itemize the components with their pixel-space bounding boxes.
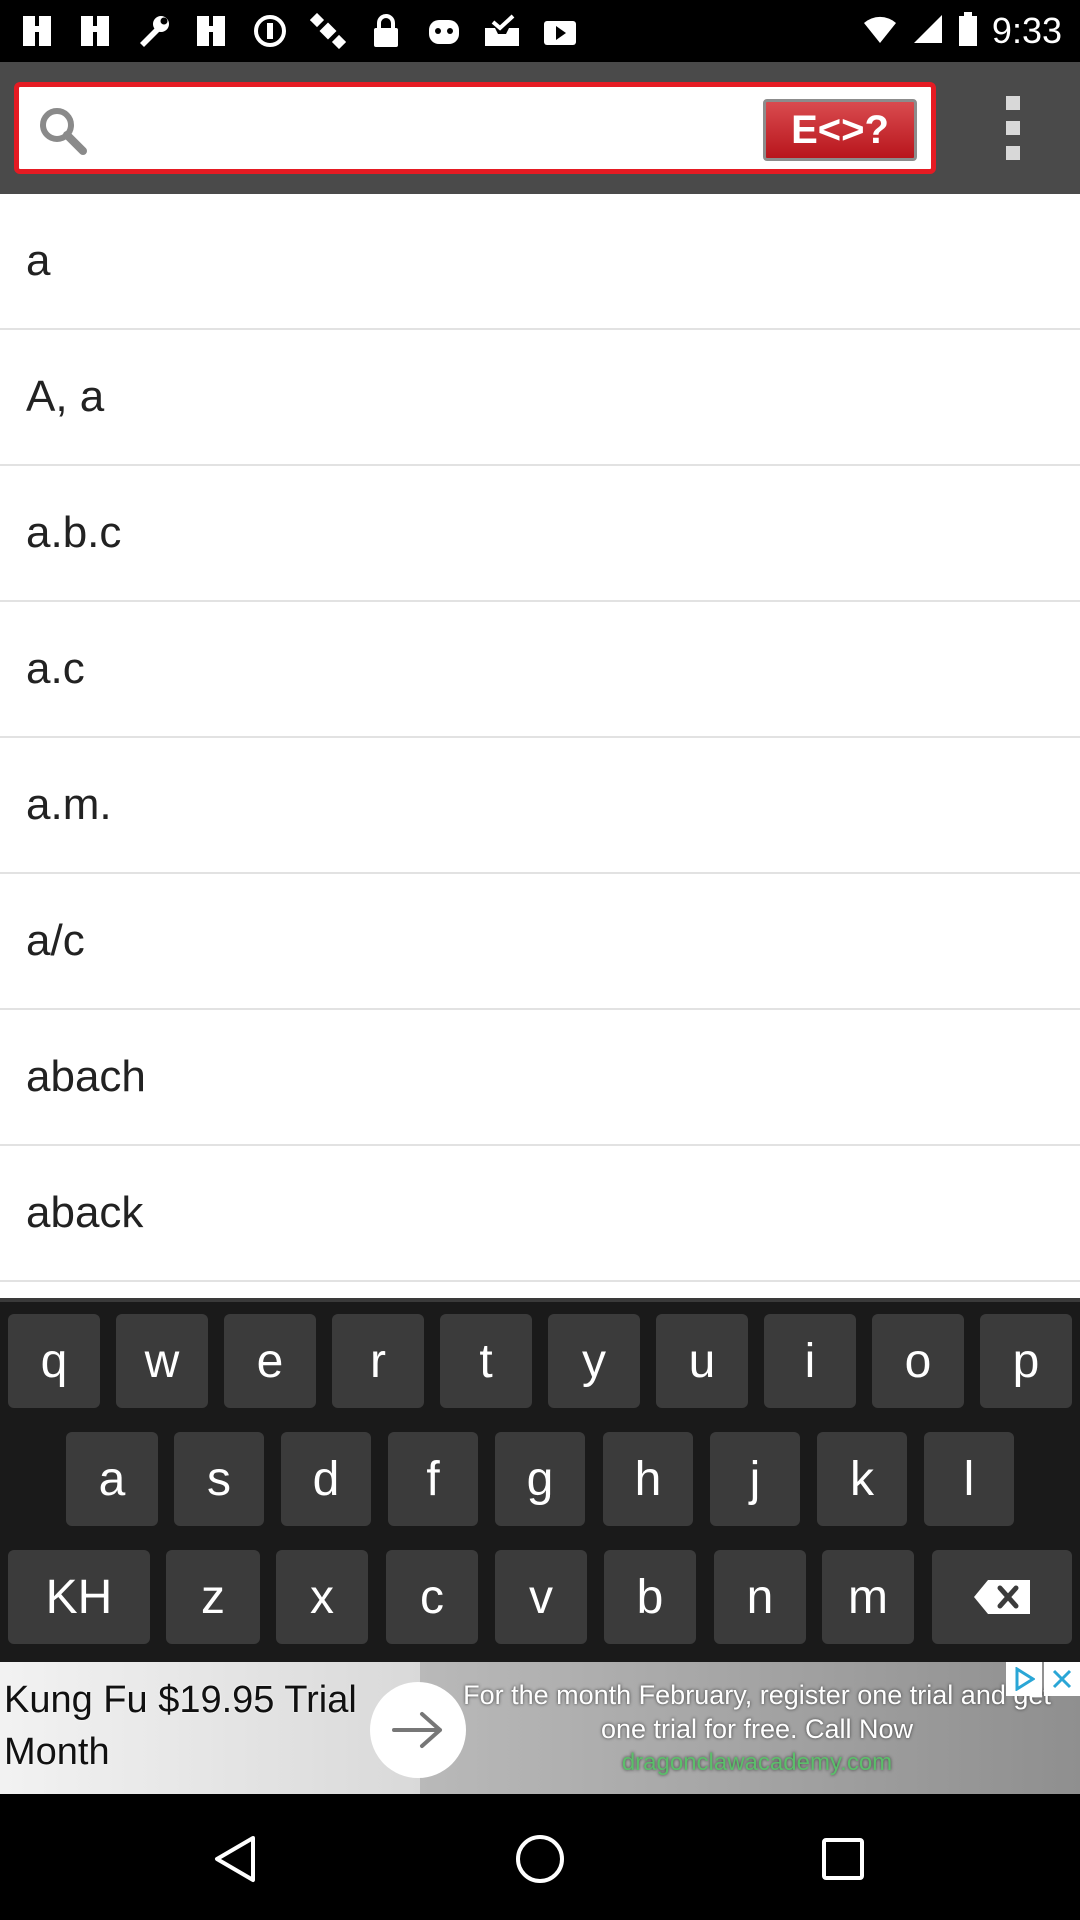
key-w[interactable]: w (116, 1314, 208, 1408)
word-list-item[interactable]: a (0, 194, 1080, 330)
menu-dot (1006, 121, 1020, 135)
key-n[interactable]: n (714, 1550, 806, 1644)
recents-button[interactable] (808, 1824, 878, 1894)
word-label: A, a (26, 372, 105, 421)
status-right: 9:33 (862, 10, 1062, 52)
word-label: aback (26, 1188, 144, 1237)
on-screen-keyboard: q w e r t y u i o p a s d f g h j k l KH… (0, 1298, 1080, 1662)
wrench-icon (134, 11, 174, 51)
inbox-icon (482, 11, 522, 51)
battery-icon (958, 11, 978, 51)
home-icon (516, 1835, 564, 1883)
keyboard-row-2: a s d f g h j k l (0, 1432, 1080, 1526)
play-store-icon (540, 11, 580, 51)
word-list-item[interactable]: a.c (0, 602, 1080, 738)
word-list-item[interactable]: a/c (0, 874, 1080, 1010)
key-x[interactable]: x (276, 1550, 368, 1644)
key-m[interactable]: m (822, 1550, 914, 1644)
keyboard-row-1: q w e r t y u i o p (0, 1314, 1080, 1408)
home-button[interactable] (505, 1824, 575, 1894)
key-c[interactable]: c (386, 1550, 478, 1644)
key-s[interactable]: s (174, 1432, 264, 1526)
menu-dot (1006, 96, 1020, 110)
key-e[interactable]: e (224, 1314, 316, 1408)
back-icon (215, 1836, 255, 1882)
search-input[interactable] (103, 97, 763, 159)
key-g[interactable]: g (495, 1432, 585, 1526)
key-i[interactable]: i (764, 1314, 856, 1408)
key-y[interactable]: y (548, 1314, 640, 1408)
key-l[interactable]: l (924, 1432, 1014, 1526)
menu-dot (1006, 146, 1020, 160)
grid-icon (18, 11, 58, 51)
keyboard-row-3: KH z x c v b n m (0, 1550, 1080, 1644)
android-icon (424, 11, 464, 51)
key-v[interactable]: v (495, 1550, 587, 1644)
key-q[interactable]: q (8, 1314, 100, 1408)
system-nav-bar (0, 1794, 1080, 1920)
ad-headline: Kung Fu $19.95 Trial Month (4, 1679, 357, 1773)
status-bar: 9:33 (0, 0, 1080, 62)
grid-icon (192, 11, 232, 51)
back-button[interactable] (200, 1824, 270, 1894)
ad-choices-icon[interactable] (1006, 1662, 1042, 1696)
word-label: a (26, 236, 51, 285)
wifi-icon (862, 13, 898, 50)
key-r[interactable]: r (332, 1314, 424, 1408)
key-language-kh[interactable]: KH (8, 1550, 150, 1644)
ad-arrow-button[interactable] (370, 1682, 466, 1778)
key-z[interactable]: z (166, 1550, 260, 1644)
key-f[interactable]: f (388, 1432, 478, 1526)
arrow-right-icon (392, 1712, 442, 1748)
key-p[interactable]: p (980, 1314, 1072, 1408)
notification-icons (18, 11, 580, 51)
word-label: a.b.c (26, 508, 122, 557)
key-b[interactable]: b (604, 1550, 696, 1644)
ad-body-text: For the month February, register one tri… (463, 1680, 1051, 1744)
backspace-icon (974, 1580, 1030, 1614)
app-screen: 9:33 E<>? a A, a a.b.c a.c a.m. a/c abac… (0, 0, 1080, 1920)
key-o[interactable]: o (872, 1314, 964, 1408)
search-icon (40, 108, 87, 155)
ad-body: For the month February, register one tri… (462, 1678, 1052, 1780)
key-h[interactable]: h (603, 1432, 693, 1526)
key-k[interactable]: k (817, 1432, 907, 1526)
ad-url: dragonclawacademy.com (621, 1749, 893, 1776)
satellite-icon (308, 11, 348, 51)
word-list-item[interactable]: A, a (0, 330, 1080, 466)
key-u[interactable]: u (656, 1314, 748, 1408)
ad-close-icon[interactable] (1044, 1662, 1080, 1696)
key-t[interactable]: t (440, 1314, 532, 1408)
signal-icon (912, 13, 944, 50)
status-time: 9:33 (991, 10, 1062, 51)
word-label: abach (26, 1052, 146, 1101)
ad-banner[interactable]: Kung Fu $19.95 Trial Month For the month… (0, 1662, 1080, 1794)
word-label: a.c (26, 644, 85, 693)
word-list-item[interactable]: abach (0, 1010, 1080, 1146)
language-switch-button[interactable]: E<>? (763, 99, 917, 161)
word-list-item[interactable]: a.m. (0, 738, 1080, 874)
search-box[interactable]: E<>? (14, 82, 936, 174)
language-switch-label: E<>? (791, 107, 889, 152)
circle-icon (250, 11, 290, 51)
word-list-item[interactable]: a.b.c (0, 466, 1080, 602)
grid-icon (76, 11, 116, 51)
word-list: a A, a a.b.c a.c a.m. a/c abach aback (0, 194, 1080, 1298)
recents-icon (822, 1838, 864, 1880)
key-a[interactable]: a (66, 1432, 158, 1526)
word-list-item[interactable]: aback (0, 1146, 1080, 1282)
key-j[interactable]: j (710, 1432, 800, 1526)
app-toolbar: E<>? (0, 62, 1080, 194)
lock-icon (366, 11, 406, 51)
key-d[interactable]: d (281, 1432, 371, 1526)
backspace-key[interactable] (932, 1550, 1072, 1644)
word-label: a.m. (26, 780, 112, 829)
overflow-menu-button[interactable] (998, 96, 1028, 160)
word-label: a/c (26, 916, 85, 965)
